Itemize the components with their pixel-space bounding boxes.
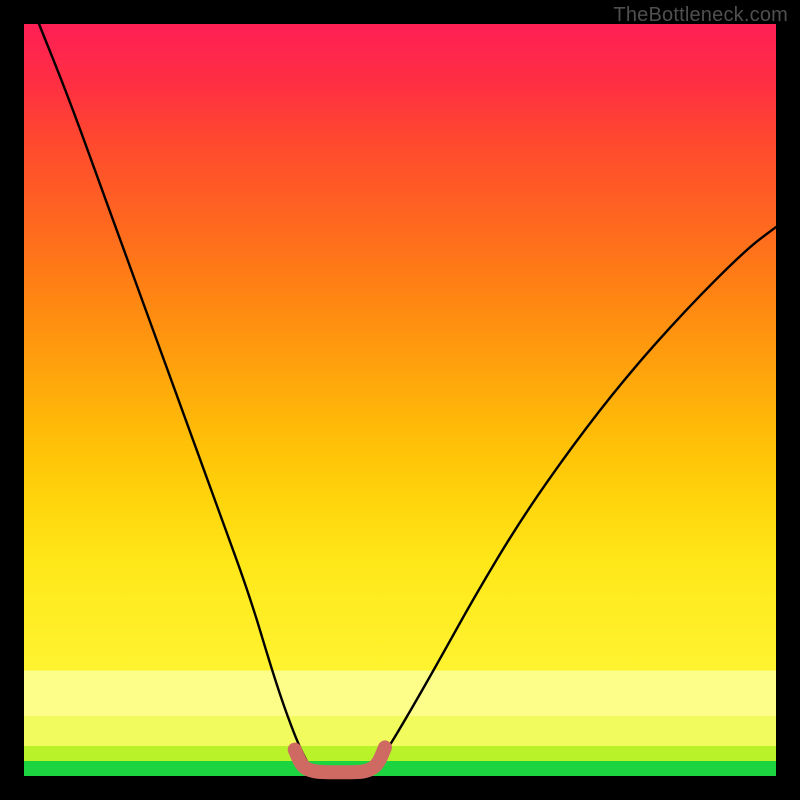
curve-right-branch xyxy=(370,227,776,772)
plot-area xyxy=(24,24,776,776)
curve-left-branch xyxy=(39,24,313,772)
trough-highlight xyxy=(295,747,385,772)
curve-layer xyxy=(24,24,776,776)
chart-frame: TheBottleneck.com xyxy=(0,0,800,800)
